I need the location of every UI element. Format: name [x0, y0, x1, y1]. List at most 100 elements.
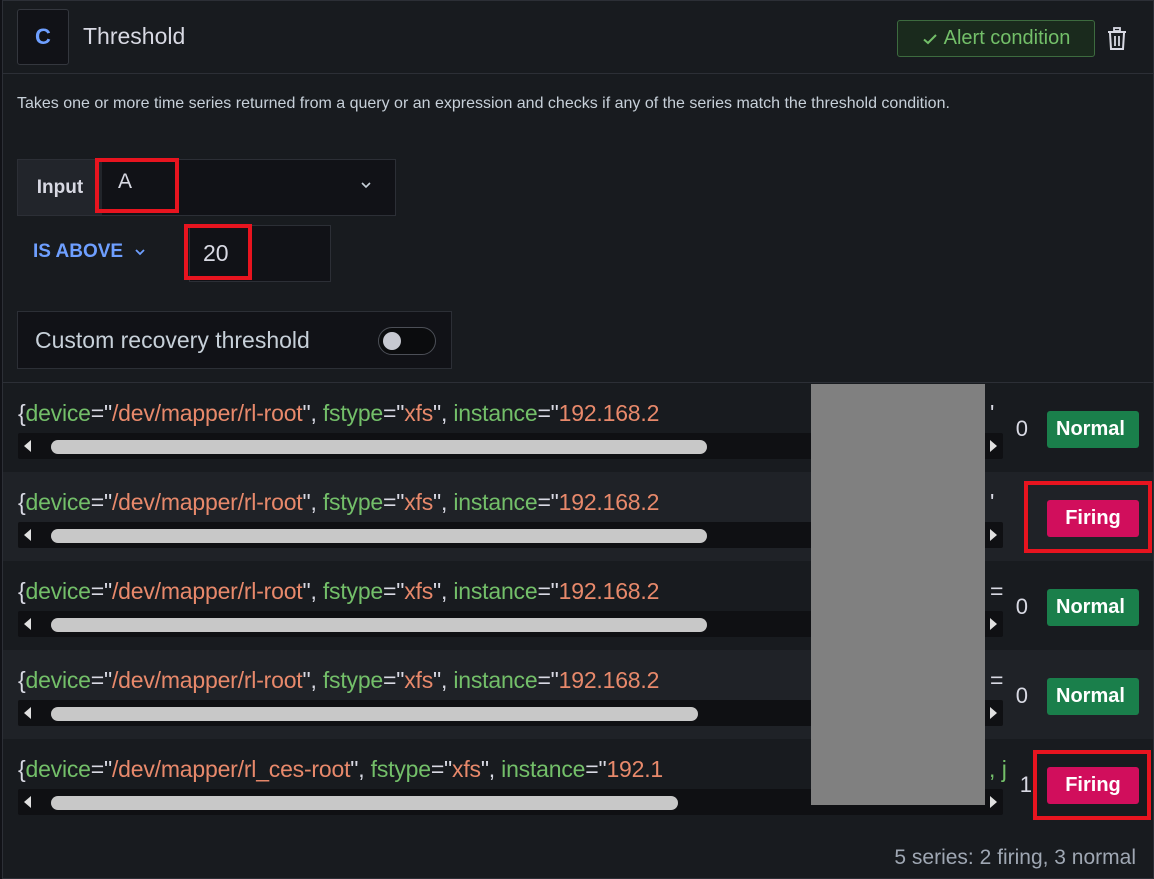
label-key: device: [25, 578, 91, 604]
series-value: 1: [1019, 772, 1032, 797]
label-value: /dev/mapper/rl-root: [111, 400, 303, 426]
label-punct: =": [383, 400, 405, 426]
label-value: xfs: [404, 489, 434, 515]
label-punct: ",: [350, 756, 371, 782]
condition-operator-select[interactable]: IS ABOVE: [33, 241, 147, 263]
label-value: 192.168.2: [558, 489, 660, 515]
label-punct: ",: [433, 400, 454, 426]
alert-condition-button[interactable]: Alert condition: [897, 20, 1095, 57]
label-punct: =": [537, 667, 559, 693]
state-badge: Firing: [1047, 767, 1139, 804]
label-key: fstype: [322, 489, 384, 515]
scroll-left-icon[interactable]: [24, 618, 31, 630]
label-punct: =": [90, 667, 112, 693]
label-key: instance: [453, 400, 538, 426]
scroll-left-icon[interactable]: [24, 707, 31, 719]
state-badge: Normal: [1047, 678, 1139, 715]
label-value: /dev/mapper/rl_ces-root: [111, 756, 351, 782]
redaction-block: [811, 384, 985, 805]
scroll-right-icon[interactable]: [990, 796, 997, 808]
label-value: xfs: [404, 400, 434, 426]
label-punct: =": [90, 578, 112, 604]
series-value: 0: [1015, 416, 1028, 441]
expression-title: Threshold: [83, 23, 186, 49]
label-punct: =": [383, 578, 405, 604]
label-punct: =": [90, 400, 112, 426]
label-value: /dev/mapper/rl-root: [111, 667, 303, 693]
label-key: fstype: [322, 400, 384, 426]
scroll-right-icon[interactable]: [990, 529, 997, 541]
label-punct: =": [537, 489, 559, 515]
label-key: instance: [453, 578, 538, 604]
label-punct: ",: [480, 756, 502, 782]
scroll-left-icon[interactable]: [24, 440, 31, 452]
label-punct: =": [537, 400, 559, 426]
trash-icon[interactable]: [1104, 23, 1130, 55]
label-punct: =": [383, 489, 405, 515]
label-key: instance: [501, 756, 586, 782]
label-key: device: [25, 756, 91, 782]
expression-header: C Threshold Alert condition: [3, 1, 1153, 74]
label-punct: ",: [302, 400, 323, 426]
input-select[interactable]: Input A: [17, 159, 396, 216]
label-key: fstype: [322, 667, 384, 693]
threshold-value-input[interactable]: 20: [189, 225, 331, 282]
chevron-down-icon: [135, 249, 145, 256]
label-value: 192.1: [606, 756, 664, 782]
label-value: 192.168.2: [558, 667, 660, 693]
label-punct: =": [383, 667, 405, 693]
scroll-right-icon[interactable]: [990, 707, 997, 719]
label-key: fstype: [370, 756, 431, 782]
state-badge: Normal: [1047, 411, 1139, 448]
check-icon: [922, 33, 937, 44]
ref-id-badge[interactable]: C: [17, 9, 69, 65]
custom-recovery-threshold: Custom recovery threshold: [17, 311, 452, 369]
scroll-thumb[interactable]: [51, 440, 707, 454]
label-punct: ",: [433, 667, 454, 693]
label-value: 192.168.2: [558, 578, 660, 604]
label-value: /dev/mapper/rl-root: [111, 489, 303, 515]
series-value: 0: [1015, 594, 1028, 619]
alert-condition-label: Alert condition: [943, 27, 1071, 49]
series-value: 0: [1015, 683, 1028, 708]
scroll-left-icon[interactable]: [24, 796, 31, 808]
label-value: /dev/mapper/rl-root: [111, 578, 303, 604]
series-summary: 5 series: 2 firing, 3 normal: [894, 846, 1136, 869]
toggle-knob: [383, 332, 401, 350]
label-trail: ': [990, 489, 995, 515]
label-key: instance: [453, 489, 538, 515]
expression-description: Takes one or more time series returned f…: [17, 95, 950, 112]
label-value: xfs: [404, 578, 434, 604]
scroll-right-icon[interactable]: [990, 618, 997, 630]
scroll-thumb[interactable]: [51, 529, 707, 543]
state-badge: Firing: [1047, 500, 1139, 537]
input-value: A: [118, 170, 133, 193]
scroll-thumb[interactable]: [51, 618, 707, 632]
label-punct: ",: [433, 578, 454, 604]
recovery-toggle[interactable]: [378, 327, 436, 355]
input-label: Input: [18, 160, 102, 215]
label-punct: =": [430, 756, 453, 782]
state-badge: Normal: [1047, 589, 1139, 626]
chevron-down-icon: [361, 182, 371, 189]
label-punct: =": [585, 756, 607, 782]
label-punct: ",: [302, 489, 323, 515]
label-punct: ",: [302, 667, 323, 693]
label-value: xfs: [404, 667, 434, 693]
scroll-thumb[interactable]: [51, 707, 698, 721]
label-punct: =": [90, 756, 112, 782]
condition-operator: IS ABOVE: [33, 241, 124, 262]
label-punct: ",: [302, 578, 323, 604]
scroll-thumb[interactable]: [51, 796, 678, 810]
label-punct: =": [90, 489, 112, 515]
label-value: xfs: [452, 756, 481, 782]
label-key: device: [25, 400, 91, 426]
label-key: device: [25, 489, 91, 515]
scroll-right-icon[interactable]: [990, 440, 997, 452]
label-punct: ",: [433, 489, 454, 515]
recovery-label: Custom recovery threshold: [35, 326, 310, 353]
label-key: device: [25, 667, 91, 693]
scroll-left-icon[interactable]: [24, 529, 31, 541]
label-key: instance: [453, 667, 538, 693]
label-punct: =": [537, 578, 559, 604]
